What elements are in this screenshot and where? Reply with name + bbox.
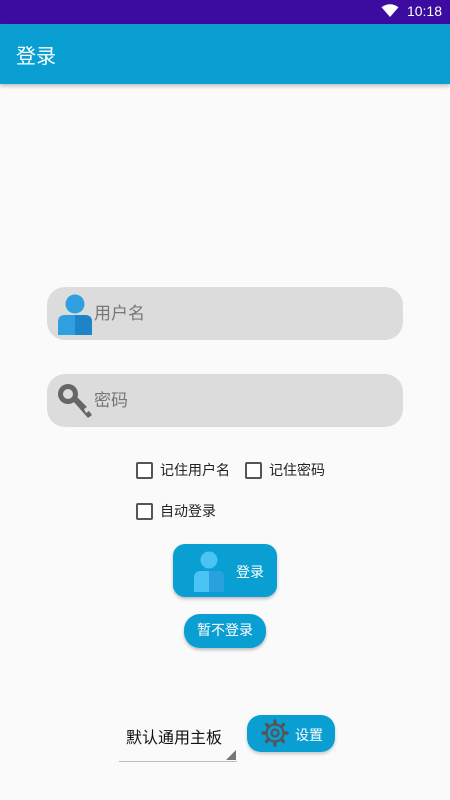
settings-button[interactable]: 设置	[247, 715, 335, 752]
settings-button-label: 设置	[295, 728, 323, 744]
checkbox-box[interactable]	[245, 461, 262, 479]
login-button[interactable]: 登录	[173, 544, 277, 597]
remember-username-label: 记住用户名	[160, 463, 230, 479]
remember-password-label: 记住密码	[269, 463, 325, 479]
key-icon	[58, 384, 92, 418]
user-icon	[58, 294, 92, 335]
wifi-icon	[381, 4, 399, 18]
user-icon	[194, 551, 224, 592]
checkbox-box[interactable]	[136, 502, 153, 520]
login-button-label: 登录	[236, 565, 264, 581]
status-time: 10:18	[406, 3, 442, 19]
gear-icon	[261, 719, 289, 747]
password-field[interactable]	[47, 374, 403, 427]
board-select-value: 默认通用主板	[126, 728, 223, 747]
page-title: 登录	[16, 44, 56, 68]
board-select[interactable]: 默认通用主板	[119, 716, 237, 762]
auto-login-checkbox[interactable]: 自动登录	[136, 501, 216, 521]
skip-login-button[interactable]: 暂不登录	[184, 614, 266, 648]
remember-username-checkbox[interactable]: 记住用户名	[136, 460, 230, 480]
status-bar: 10:18	[0, 0, 450, 24]
username-field[interactable]	[47, 287, 403, 340]
password-input[interactable]	[94, 374, 394, 427]
username-input[interactable]	[94, 287, 394, 340]
checkbox-box[interactable]	[136, 461, 153, 479]
auto-login-label: 自动登录	[160, 504, 216, 520]
dropdown-arrow-icon	[226, 750, 236, 760]
app-bar: 登录	[0, 24, 450, 84]
remember-password-checkbox[interactable]: 记住密码	[245, 460, 325, 480]
